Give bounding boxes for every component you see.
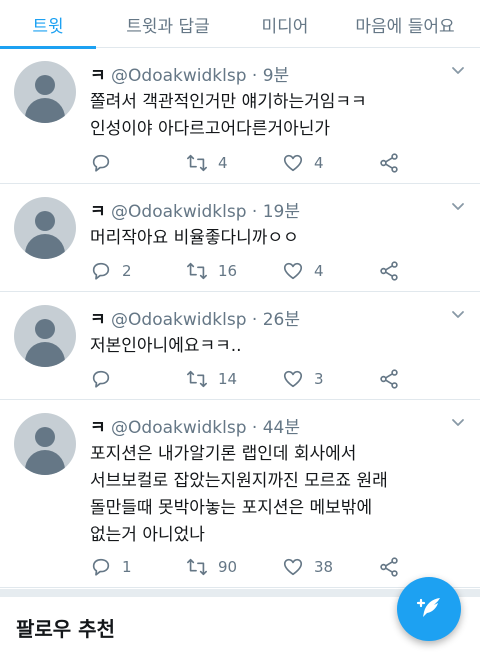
display-name[interactable]: ㅋ xyxy=(90,202,106,222)
tweet-actions: 2 16 4 xyxy=(90,259,420,283)
tweet-time[interactable]: 44분 xyxy=(263,418,300,438)
share-button[interactable] xyxy=(378,367,400,391)
profile-tabs: 트윗 트윗과 답글 미디어 마음에 들어요 xyxy=(0,0,480,49)
avatar[interactable] xyxy=(14,413,76,475)
like-count: 3 xyxy=(314,370,324,388)
heart-icon xyxy=(283,558,303,576)
tweet-header: ㅋ @Odoakwidklsp · 19분 xyxy=(90,197,300,222)
like-button[interactable]: 3 xyxy=(282,367,324,391)
like-count: 4 xyxy=(314,154,324,172)
user-handle[interactable]: @Odoakwidklsp xyxy=(111,202,246,222)
tweet[interactable]: ㅋ @Odoakwidklsp · 9분 쫄려서 객관적인거만 얘기하는거임ㅋㅋ… xyxy=(0,49,480,184)
tweet[interactable]: ㅋ @Odoakwidklsp · 44분 포지션은 내가알기론 랩인데 회사에… xyxy=(0,401,480,588)
compose-button[interactable] xyxy=(397,577,461,641)
share-button[interactable] xyxy=(378,555,400,579)
retweet-button[interactable]: 16 xyxy=(186,259,237,283)
user-handle[interactable]: @Odoakwidklsp xyxy=(111,310,246,330)
chevron-down-icon[interactable] xyxy=(450,199,466,215)
retweet-button[interactable]: 4 xyxy=(186,151,228,175)
separator-dot: · xyxy=(251,310,258,330)
like-button[interactable]: 38 xyxy=(282,555,333,579)
chevron-down-icon[interactable] xyxy=(450,415,466,431)
share-button[interactable] xyxy=(378,151,400,175)
tweet-time[interactable]: 9분 xyxy=(263,66,289,86)
reply-button[interactable]: 2 xyxy=(90,259,132,283)
tab-likes[interactable]: 마음에 들어요 xyxy=(330,0,480,48)
like-button[interactable]: 4 xyxy=(282,151,324,175)
tab-tweets-and-replies[interactable]: 트윗과 답글 xyxy=(96,0,240,48)
retweet-count: 4 xyxy=(218,154,228,172)
tweet-text-line: 없는거 아니었나 xyxy=(90,525,205,545)
tab-tweets[interactable]: 트윗 xyxy=(0,0,96,49)
retweet-button[interactable]: 90 xyxy=(186,555,237,579)
separator-dot: · xyxy=(251,66,258,86)
reply-count: 1 xyxy=(122,558,132,576)
retweet-icon xyxy=(187,154,207,172)
reply-button[interactable]: 1 xyxy=(90,555,132,579)
tweet-text-line: 포지션은 내가알기론 랩인데 회사에서 xyxy=(90,444,357,464)
retweet-icon xyxy=(187,262,207,280)
user-handle[interactable]: @Odoakwidklsp xyxy=(111,66,246,86)
like-count: 4 xyxy=(314,262,324,280)
separator-dot: · xyxy=(251,202,258,222)
display-name[interactable]: ㅋ xyxy=(90,310,106,330)
user-handle[interactable]: @Odoakwidklsp xyxy=(111,418,246,438)
tweet-text-line: 서브보컬로 잡았는지원지까진 모르죠 원래 xyxy=(90,471,388,491)
tweet-header: ㅋ @Odoakwidklsp · 9분 xyxy=(90,61,289,86)
avatar[interactable] xyxy=(14,305,76,367)
heart-icon xyxy=(283,370,303,388)
reply-icon xyxy=(92,262,110,280)
chevron-down-icon[interactable] xyxy=(450,307,466,323)
tweet[interactable]: ㅋ @Odoakwidklsp · 26분 저본인아니에요ㅋㅋ.. 14 3 xyxy=(0,293,480,400)
section-title: 팔로우 추천 xyxy=(16,617,115,641)
heart-icon xyxy=(283,262,303,280)
tweet-text: 머리작아요 비율좋다니까ㅇㅇ xyxy=(90,225,470,252)
tweet-header: ㅋ @Odoakwidklsp · 26분 xyxy=(90,305,300,330)
share-icon xyxy=(380,261,398,281)
share-button[interactable] xyxy=(378,259,400,283)
tweet-text: 포지션은 내가알기론 랩인데 회사에서 서브보컬로 잡았는지원지까진 모르죠 원… xyxy=(90,441,470,549)
reply-button[interactable] xyxy=(90,151,122,175)
retweet-count: 16 xyxy=(218,262,238,280)
tweet-time[interactable]: 26분 xyxy=(263,310,300,330)
tweet-text-line: 저본인아니에요ㅋㅋ.. xyxy=(90,336,242,356)
chevron-down-icon[interactable] xyxy=(450,63,466,79)
retweet-count: 14 xyxy=(218,370,238,388)
tweet-text-line: 돌만들때 못박아놓는 포지션은 메보밖에 xyxy=(90,498,373,518)
tweet-header: ㅋ @Odoakwidklsp · 44분 xyxy=(90,413,300,438)
reply-icon xyxy=(92,370,110,388)
share-icon xyxy=(380,557,398,577)
retweet-button[interactable]: 14 xyxy=(186,367,237,391)
display-name[interactable]: ㅋ xyxy=(90,418,106,438)
avatar[interactable] xyxy=(14,197,76,259)
reply-icon xyxy=(92,154,110,172)
tweet[interactable]: ㅋ @Odoakwidklsp · 19분 머리작아요 비율좋다니까ㅇㅇ 2 1… xyxy=(0,185,480,292)
retweet-icon xyxy=(187,370,207,388)
share-icon xyxy=(380,369,398,389)
compose-icon xyxy=(416,598,440,617)
tweet-actions: 4 4 xyxy=(90,151,420,175)
separator-dot: · xyxy=(251,418,258,438)
display-name[interactable]: ㅋ xyxy=(90,66,106,86)
tweet-actions: 14 3 xyxy=(90,367,420,391)
heart-icon xyxy=(283,154,303,172)
like-button[interactable]: 4 xyxy=(282,259,324,283)
retweet-count: 90 xyxy=(218,558,238,576)
tweet-text-line: 인성이야 아다르고어다른거아닌가 xyxy=(90,119,331,139)
tweet-text-line: 머리작아요 비율좋다니까ㅇㅇ xyxy=(90,228,299,248)
reply-icon xyxy=(92,558,110,576)
share-icon xyxy=(380,153,398,173)
retweet-icon xyxy=(187,558,207,576)
tweet-text-line: 쫄려서 객관적인거만 얘기하는거임ㅋㅋ xyxy=(90,92,367,112)
tab-media[interactable]: 미디어 xyxy=(240,0,330,48)
avatar[interactable] xyxy=(14,61,76,123)
tweet-time[interactable]: 19분 xyxy=(263,202,300,222)
reply-count: 2 xyxy=(122,262,132,280)
reply-button[interactable] xyxy=(90,367,122,391)
tweet-text: 저본인아니에요ㅋㅋ.. xyxy=(90,333,470,360)
tweet-actions: 1 90 38 xyxy=(90,555,420,579)
like-count: 38 xyxy=(314,558,334,576)
tweet-text: 쫄려서 객관적인거만 얘기하는거임ㅋㅋ 인성이야 아다르고어다른거아닌가 xyxy=(90,89,470,143)
